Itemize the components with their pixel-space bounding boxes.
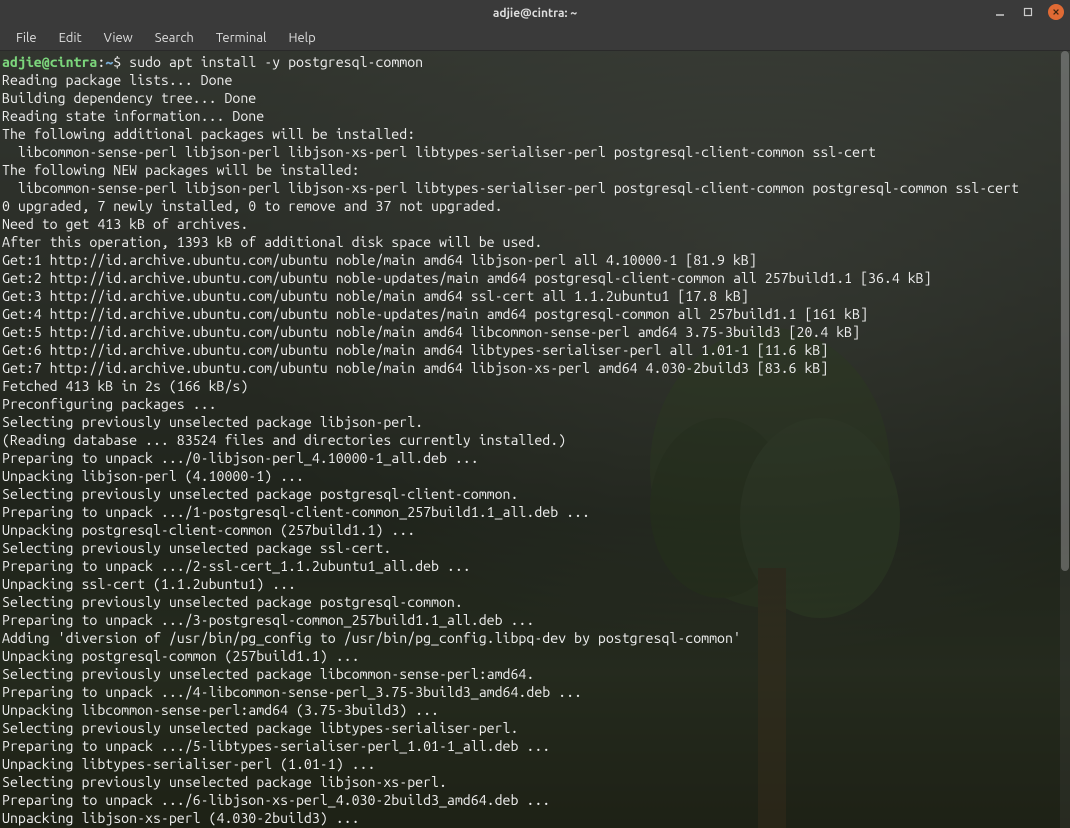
menu-terminal[interactable]: Terminal (206, 28, 277, 48)
prompt-host: cintra (50, 54, 98, 70)
command-text: sudo apt install -y postgresql-common (121, 54, 423, 70)
maximize-button[interactable] (1020, 4, 1036, 20)
prompt-at: @ (42, 54, 50, 70)
window-titlebar: adjie@cintra: ~ (0, 0, 1070, 26)
menu-file[interactable]: File (6, 28, 47, 48)
scrollbar-track[interactable] (1060, 51, 1070, 828)
scrollbar-thumb[interactable] (1061, 51, 1069, 571)
terminal-area[interactable]: adjie@cintra:~$ sudo apt install -y post… (0, 51, 1070, 828)
menu-help[interactable]: Help (278, 28, 325, 48)
terminal-output: Reading package lists... Done Building d… (2, 72, 1019, 826)
close-button[interactable] (1048, 4, 1064, 20)
menu-search[interactable]: Search (145, 28, 204, 48)
menu-view[interactable]: View (94, 28, 143, 48)
window-title: adjie@cintra: ~ (493, 7, 577, 20)
minimize-button[interactable] (992, 4, 1008, 20)
menubar: File Edit View Search Terminal Help (0, 26, 1070, 51)
terminal-content[interactable]: adjie@cintra:~$ sudo apt install -y post… (0, 51, 1070, 828)
prompt-user: adjie (2, 54, 42, 70)
menu-edit[interactable]: Edit (49, 28, 92, 48)
window-controls (992, 4, 1064, 20)
